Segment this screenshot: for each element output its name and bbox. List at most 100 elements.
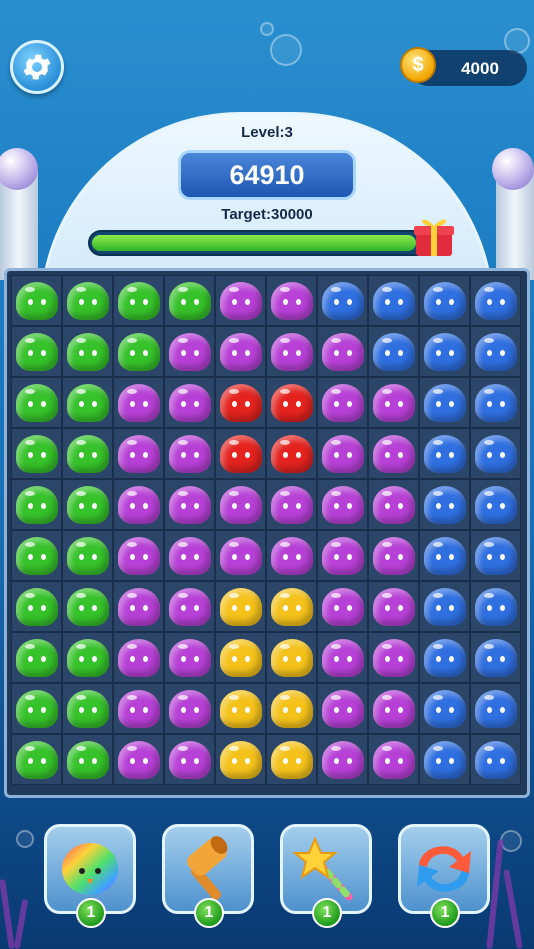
board-cell[interactable] (317, 428, 368, 479)
board-cell[interactable] (164, 530, 215, 581)
board-cell[interactable] (113, 377, 164, 428)
board-cell[interactable] (470, 632, 521, 683)
board-cell[interactable] (164, 428, 215, 479)
board-cell[interactable] (215, 632, 266, 683)
board-cell[interactable] (215, 377, 266, 428)
board-cell[interactable] (113, 581, 164, 632)
board-cell[interactable] (317, 734, 368, 785)
board-cell[interactable] (419, 326, 470, 377)
board-cell[interactable] (470, 581, 521, 632)
board-cell[interactable] (419, 530, 470, 581)
board-cell[interactable] (266, 530, 317, 581)
board-cell[interactable] (164, 581, 215, 632)
board-cell[interactable] (317, 326, 368, 377)
board-cell[interactable] (419, 581, 470, 632)
board-cell[interactable] (317, 275, 368, 326)
board-cell[interactable] (62, 734, 113, 785)
board-cell[interactable] (368, 581, 419, 632)
board-cell[interactable] (11, 428, 62, 479)
board-cell[interactable] (62, 428, 113, 479)
board-cell[interactable] (215, 326, 266, 377)
board-cell[interactable] (113, 428, 164, 479)
board-cell[interactable] (317, 530, 368, 581)
board-cell[interactable] (62, 632, 113, 683)
board-cell[interactable] (113, 275, 164, 326)
board-cell[interactable] (368, 479, 419, 530)
board-cell[interactable] (317, 632, 368, 683)
board-cell[interactable] (470, 530, 521, 581)
settings-button[interactable] (10, 40, 64, 94)
board-cell[interactable] (266, 683, 317, 734)
board-cell[interactable] (266, 632, 317, 683)
board-cell[interactable] (215, 734, 266, 785)
board-cell[interactable] (113, 479, 164, 530)
board-cell[interactable] (11, 683, 62, 734)
board-cell[interactable] (113, 530, 164, 581)
board-cell[interactable] (266, 734, 317, 785)
board-cell[interactable] (266, 428, 317, 479)
board-cell[interactable] (11, 632, 62, 683)
board-cell[interactable] (470, 734, 521, 785)
board-cell[interactable] (470, 479, 521, 530)
board-cell[interactable] (62, 479, 113, 530)
board-cell[interactable] (266, 275, 317, 326)
board-cell[interactable] (368, 683, 419, 734)
board-cell[interactable] (419, 683, 470, 734)
board-cell[interactable] (113, 734, 164, 785)
board-cell[interactable] (215, 530, 266, 581)
board-cell[interactable] (11, 734, 62, 785)
board-cell[interactable] (113, 326, 164, 377)
board-cell[interactable] (266, 479, 317, 530)
board-cell[interactable] (164, 479, 215, 530)
board-cell[interactable] (62, 377, 113, 428)
board-cell[interactable] (164, 683, 215, 734)
board-cell[interactable] (62, 326, 113, 377)
board-cell[interactable] (113, 683, 164, 734)
board-cell[interactable] (368, 734, 419, 785)
board-cell[interactable] (215, 581, 266, 632)
board-cell[interactable] (368, 275, 419, 326)
board-cell[interactable] (164, 377, 215, 428)
board-cell[interactable] (368, 377, 419, 428)
board-cell[interactable] (368, 632, 419, 683)
board-cell[interactable] (164, 326, 215, 377)
board-cell[interactable] (11, 530, 62, 581)
board-cell[interactable] (317, 581, 368, 632)
board-cell[interactable] (419, 734, 470, 785)
board-cell[interactable] (368, 428, 419, 479)
board-cell[interactable] (419, 377, 470, 428)
board-cell[interactable] (62, 581, 113, 632)
board-cell[interactable] (470, 683, 521, 734)
board-cell[interactable] (62, 683, 113, 734)
board-cell[interactable] (470, 326, 521, 377)
board-cell[interactable] (419, 479, 470, 530)
board-cell[interactable] (11, 581, 62, 632)
board-cell[interactable] (164, 275, 215, 326)
board-cell[interactable] (317, 377, 368, 428)
board-cell[interactable] (266, 377, 317, 428)
board-cell[interactable] (419, 428, 470, 479)
board-cell[interactable] (317, 683, 368, 734)
board-cell[interactable] (164, 632, 215, 683)
board-cell[interactable] (11, 326, 62, 377)
board-cell[interactable] (215, 428, 266, 479)
board-cell[interactable] (215, 683, 266, 734)
board-cell[interactable] (113, 632, 164, 683)
board-cell[interactable] (266, 581, 317, 632)
board-cell[interactable] (470, 377, 521, 428)
board-cell[interactable] (62, 275, 113, 326)
board-cell[interactable] (215, 479, 266, 530)
board-cell[interactable] (368, 326, 419, 377)
gift-icon[interactable] (410, 212, 458, 260)
board-cell[interactable] (62, 530, 113, 581)
board-cell[interactable] (164, 734, 215, 785)
board-cell[interactable] (419, 632, 470, 683)
board-cell[interactable] (470, 275, 521, 326)
board-cell[interactable] (11, 479, 62, 530)
board-cell[interactable] (215, 275, 266, 326)
board-cell[interactable] (11, 377, 62, 428)
board-cell[interactable] (368, 530, 419, 581)
board-cell[interactable] (317, 479, 368, 530)
board-cell[interactable] (11, 275, 62, 326)
board-cell[interactable] (266, 326, 317, 377)
